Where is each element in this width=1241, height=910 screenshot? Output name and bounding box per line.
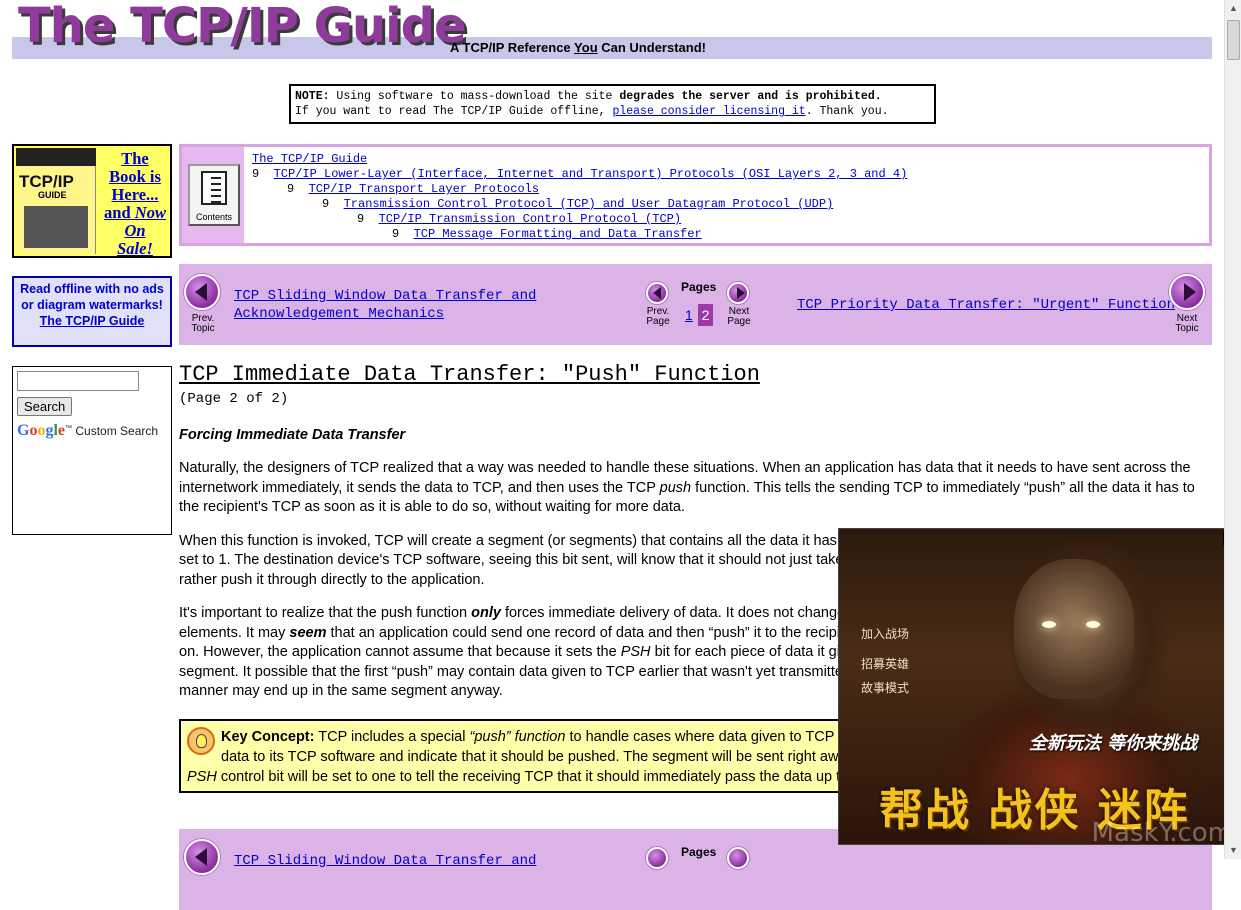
section-heading: Forcing Immediate Data Transfer bbox=[179, 426, 406, 443]
lightbulb-icon bbox=[187, 727, 217, 761]
pages-label: Pages bbox=[681, 280, 717, 294]
vertical-scrollbar[interactable]: ▲ ▼ bbox=[1224, 0, 1241, 859]
page-current-2: 2 bbox=[698, 304, 713, 326]
prev-topic-label: Prev. Topic bbox=[191, 313, 215, 334]
scroll-thumb[interactable] bbox=[1227, 20, 1240, 60]
next-page-button[interactable] bbox=[727, 282, 749, 304]
google-logo: Google bbox=[17, 422, 66, 439]
book-ad[interactable]: TCP/IP GUIDE The Book is Here... and Now… bbox=[12, 144, 172, 258]
next-topic-button[interactable] bbox=[1169, 274, 1205, 310]
search-input[interactable] bbox=[17, 371, 139, 391]
arrow-right-icon bbox=[1184, 283, 1196, 301]
prev-topic-button[interactable] bbox=[184, 274, 220, 310]
ad-menu-item[interactable]: 故事模式 bbox=[861, 679, 909, 696]
next-topic-label: Next Topic bbox=[1175, 313, 1199, 334]
popup-ad[interactable]: × 加入战场 招募英雄 故事模式 全新玩法 等你来挑战 帮战 战侠 迷阵 Mas… bbox=[838, 528, 1240, 845]
arrow-left-icon bbox=[195, 283, 207, 301]
ad-menu-item[interactable]: 招募英雄 bbox=[861, 655, 909, 672]
book-ad-text[interactable]: The Book is Here... and Now On Sale! bbox=[100, 150, 170, 258]
search-button[interactable]: Search bbox=[17, 397, 73, 416]
breadcrumb-item[interactable]: TCP/IP Transport Layer Protocols bbox=[309, 182, 539, 196]
prev-topic-link[interactable]: TCP Sliding Window Data Transfer and Ackn… bbox=[234, 288, 536, 322]
book-cover-image[interactable]: TCP/IP GUIDE bbox=[16, 148, 96, 254]
page-link-1[interactable]: 1 bbox=[685, 307, 693, 323]
prev-page-button[interactable] bbox=[646, 847, 668, 869]
site-logo[interactable]: The TCP/IP Guide bbox=[18, 0, 467, 54]
scroll-up-icon[interactable]: ▲ bbox=[1227, 2, 1240, 15]
offline-promo-link[interactable]: The TCP/IP Guide bbox=[40, 314, 145, 328]
arrow-left-icon bbox=[653, 287, 661, 299]
breadcrumb-item[interactable]: Transmission Control Protocol (TCP) and … bbox=[344, 197, 834, 211]
breadcrumb-item[interactable]: TCP/IP Transmission Control Protocol (TC… bbox=[379, 212, 681, 226]
breadcrumb-item[interactable]: TCP/IP Lower-Layer (Interface, Internet … bbox=[274, 167, 908, 181]
prev-page-button[interactable] bbox=[646, 282, 668, 304]
arrow-left-icon bbox=[195, 848, 207, 866]
scroll-down-icon[interactable]: ▼ bbox=[1227, 844, 1240, 857]
topic-nav-top: Prev. Topic TCP Sliding Window Data Trans… bbox=[179, 264, 1212, 345]
ad-slogan: 全新玩法 等你来挑战 bbox=[1029, 733, 1198, 754]
arrow-right-icon bbox=[737, 287, 745, 299]
breadcrumb: Contents The TCP/IP Guide 9 TCP/IP Lower… bbox=[179, 144, 1212, 246]
ad-watermark: MaskY.com bbox=[1091, 818, 1233, 845]
search-panel: Search Google™ Custom Search bbox=[12, 366, 172, 535]
google-custom-search-label: Google™ Custom Search bbox=[17, 422, 159, 439]
page-indicator: (Page 2 of 2) bbox=[179, 391, 289, 407]
contents-icon bbox=[201, 171, 227, 205]
prev-topic-link[interactable]: TCP Sliding Window Data Transfer and bbox=[234, 853, 536, 869]
prev-topic-button[interactable] bbox=[184, 839, 220, 875]
contents-button[interactable]: Contents bbox=[188, 164, 240, 226]
page-title: TCP Immediate Data Transfer: "Push" Func… bbox=[179, 362, 760, 387]
notice-box: NOTE: Using software to mass-download th… bbox=[289, 84, 936, 124]
next-page-label: Next Page bbox=[727, 306, 751, 327]
breadcrumb-item[interactable]: TCP Message Formatting and Data Transfer bbox=[414, 227, 702, 241]
next-topic-link[interactable]: TCP Priority Data Transfer: "Urgent" Fun… bbox=[797, 297, 1175, 313]
licensing-link[interactable]: please consider licensing it bbox=[612, 105, 805, 118]
ad-menu-item[interactable]: 加入战场 bbox=[861, 625, 909, 642]
breadcrumb-item[interactable]: The TCP/IP Guide bbox=[252, 152, 367, 166]
next-page-button[interactable] bbox=[727, 847, 749, 869]
site-tagline: A TCP/IP Reference You Can Understand! bbox=[450, 40, 706, 55]
ad-character-image bbox=[1014, 559, 1134, 699]
offline-promo: Read offline with no ads or diagram wate… bbox=[12, 276, 172, 347]
pages-label: Pages bbox=[681, 845, 717, 859]
site-header: The TCP/IP Guide A TCP/IP Reference You … bbox=[12, 0, 1212, 60]
prev-page-label: Prev. Page bbox=[646, 306, 670, 327]
paragraph: Naturally, the designers of TCP realized… bbox=[179, 460, 1195, 515]
